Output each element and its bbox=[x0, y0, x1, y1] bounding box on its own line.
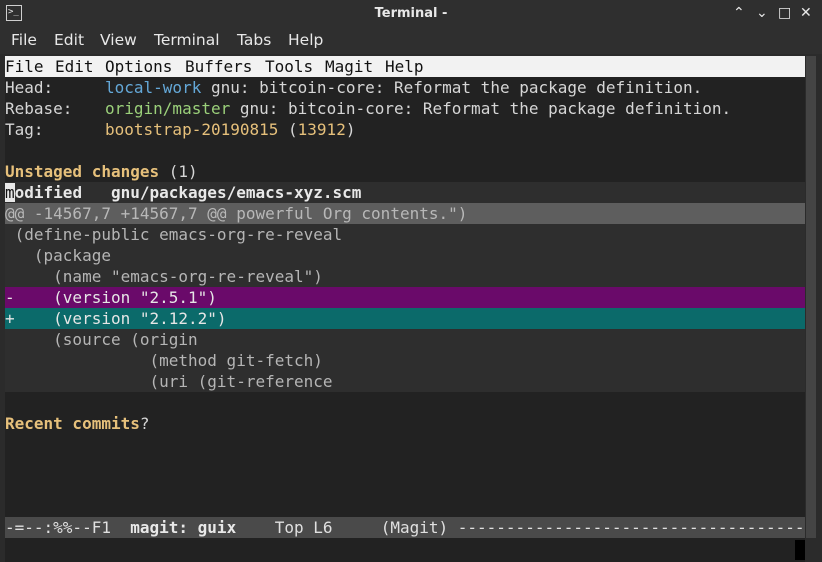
rebase-line: Rebase: origin/master gnu: bitcoin-core: … bbox=[5, 98, 805, 119]
emacs-menu-file[interactable]: File bbox=[5, 56, 44, 77]
emacs-menu-magit[interactable]: Magit bbox=[325, 56, 373, 77]
unstaged-title: Unstaged changes bbox=[5, 162, 160, 181]
diff-context-line: (define-public emacs-org-re-reveal bbox=[5, 224, 805, 245]
head-branch[interactable]: local-work bbox=[105, 78, 201, 97]
scrollbar-thumb[interactable] bbox=[806, 56, 816, 538]
recent-commits-heading[interactable]: Recent commits? bbox=[5, 413, 805, 434]
emacs-menubar: File Edit Options Buffers Tools Magit He… bbox=[5, 56, 805, 77]
diff-context-line: (package bbox=[5, 245, 805, 266]
head-label: Head: bbox=[5, 78, 54, 97]
rebase-label: Rebase: bbox=[5, 99, 73, 118]
diff-context-line: (source (origin bbox=[5, 329, 805, 350]
diff-removed-line: - (version "2.5.1") bbox=[5, 287, 805, 308]
menu-terminal[interactable]: Terminal bbox=[154, 31, 220, 49]
text-cursor: m bbox=[5, 183, 15, 202]
menu-help[interactable]: Help bbox=[288, 31, 323, 49]
modeline-buffer-name: magit: guix bbox=[130, 518, 237, 537]
menu-tabs[interactable]: Tabs bbox=[237, 31, 271, 49]
diff-context-line: (uri (git-reference bbox=[5, 371, 805, 392]
emacs-menu-help[interactable]: Help bbox=[385, 56, 424, 77]
maximize-icon[interactable]: □ bbox=[778, 5, 791, 21]
diff-context-line: (method git-fetch) bbox=[5, 350, 805, 371]
file-entry[interactable]: modified gnu/packages/emacs-xyz.scm bbox=[5, 182, 805, 203]
window-corner bbox=[805, 540, 822, 562]
unstaged-count: (1) bbox=[159, 162, 198, 181]
window-titlebar[interactable]: >_ Terminal - ⌃ ⌄ □ ✕ bbox=[0, 0, 822, 28]
rebase-message: gnu: bitcoin-core: Reformat the package … bbox=[230, 99, 732, 118]
restore-icon[interactable]: ⌄ bbox=[756, 5, 768, 21]
diff-added-line: + (version "2.12.2") bbox=[5, 308, 805, 329]
file-status: odified bbox=[14, 183, 83, 202]
emacs-menu-options[interactable]: Options bbox=[105, 56, 172, 77]
tag-count: 13912 bbox=[297, 120, 346, 139]
recent-commits-title: Recent commits bbox=[5, 414, 140, 433]
terminal-area[interactable]: File Edit Options Buffers Tools Magit He… bbox=[5, 56, 805, 562]
diff-hunk-header[interactable]: @@ -14567,7 +14567,7 @@ powerful Org con… bbox=[5, 203, 805, 224]
emacs-menu-buffers[interactable]: Buffers bbox=[185, 56, 252, 77]
head-line: Head: local-work gnu: bitcoin-core: Refor… bbox=[5, 77, 805, 98]
modeline-rest: Top L6 (Magit) -------------------------… bbox=[236, 518, 805, 537]
tag-line: Tag: bootstrap-20190815 (13912) bbox=[5, 119, 805, 140]
unstaged-section-heading[interactable]: Unstaged changes (1) bbox=[5, 161, 805, 182]
close-icon[interactable]: ✕ bbox=[800, 5, 812, 21]
menu-file[interactable]: File bbox=[11, 31, 37, 49]
head-message: gnu: bitcoin-core: Reformat the package … bbox=[201, 78, 703, 97]
rebase-branch[interactable]: origin/master bbox=[105, 99, 230, 118]
file-path: gnu/packages/emacs-xyz.scm bbox=[82, 183, 362, 202]
menu-view[interactable]: View bbox=[100, 31, 137, 49]
menu-edit[interactable]: Edit bbox=[54, 31, 84, 49]
window-title: Terminal - bbox=[374, 6, 448, 21]
minibuffer-cursor bbox=[795, 540, 805, 560]
tag-paren-open: ( bbox=[278, 120, 298, 139]
terminal-menubar: File Edit View Terminal Tabs Help bbox=[0, 28, 822, 54]
emacs-mode-line: -=--:%%--F1 magit: guix Top L6 (Magit) -… bbox=[5, 517, 805, 538]
recent-commits-suffix: ? bbox=[139, 414, 150, 433]
terminal-scrollbar[interactable] bbox=[806, 56, 816, 538]
tag-name[interactable]: bootstrap-20190815 bbox=[105, 120, 278, 139]
diff-context-line: (name "emacs-org-re-reveal") bbox=[5, 266, 805, 287]
tag-paren-close: ) bbox=[345, 120, 356, 139]
modeline-prefix: -=--:%%--F1 bbox=[5, 518, 131, 537]
emacs-menu-edit[interactable]: Edit bbox=[55, 56, 94, 77]
minimize-icon[interactable]: ⌃ bbox=[733, 5, 745, 21]
tag-label: Tag: bbox=[5, 120, 44, 139]
emacs-menu-tools[interactable]: Tools bbox=[265, 56, 313, 77]
